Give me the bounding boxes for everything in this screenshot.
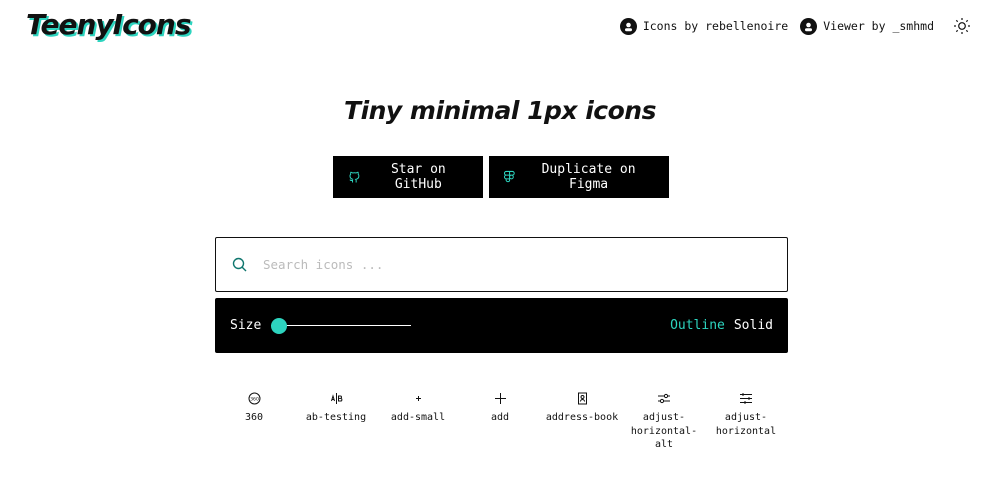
icon-tile-adjust-horizontal-alt[interactable]: adjust-horizontal-alt [623, 390, 705, 452]
icon-tile-adjust-horizontal[interactable]: adjust-horizontal [705, 390, 787, 452]
solid-option[interactable]: Solid [734, 318, 773, 333]
avatar-icon [800, 17, 818, 35]
icon-label: adjust-horizontal-alt [630, 412, 698, 450]
icons-by-label: Icons by rebellenoire [642, 19, 789, 33]
icon-label: adjust-horizontal [715, 412, 777, 437]
duplicate-on-figma-label: Duplicate on Figma [541, 162, 636, 192]
size-label: Size [230, 318, 262, 333]
slider-thumb[interactable] [271, 317, 288, 334]
star-on-github-button[interactable]: Star on GitHub [333, 156, 483, 198]
theme-toggle-button[interactable] [950, 14, 974, 38]
icon-label: ab-testing [305, 412, 367, 423]
address-book-icon [576, 390, 589, 406]
page-title: Tiny minimal 1px icons [344, 96, 656, 125]
style-toggle: Outline Solid [670, 318, 773, 333]
viewer-by-link[interactable]: Viewer by _smhmd [800, 17, 934, 35]
icon-label: add-small [390, 412, 446, 423]
figma-icon [504, 170, 515, 183]
viewer-by-label: Viewer by _smhmd [823, 19, 934, 33]
adjust-horizontal-icon [739, 390, 753, 406]
search-input[interactable] [261, 256, 745, 273]
icon-tile-360[interactable]: 360 360 [213, 390, 295, 452]
icon-label: add [490, 412, 510, 423]
svg-text:360: 360 [250, 396, 259, 402]
outline-option[interactable]: Outline [670, 318, 725, 333]
ab-testing-icon [330, 390, 343, 406]
icon-tile-address-book[interactable]: address-book [541, 390, 623, 452]
size-slider[interactable] [271, 317, 412, 334]
sun-icon [954, 18, 970, 34]
icon-tile-add[interactable]: add [459, 390, 541, 452]
logo[interactable]: TeenyIcons [26, 8, 192, 41]
icon-grid: 360 360 ab-testing add-small add address… [213, 390, 787, 452]
icon-label: address-book [545, 412, 619, 423]
search-icon [232, 257, 247, 272]
header-links: Icons by rebellenoire Viewer by _smhmd [619, 14, 974, 38]
icons-by-link[interactable]: Icons by rebellenoire [619, 17, 789, 35]
action-buttons: Star on GitHub Duplicate on Figma [333, 156, 669, 198]
add-icon [494, 390, 507, 406]
github-icon [349, 171, 360, 183]
icon-tile-ab-testing[interactable]: ab-testing [295, 390, 377, 452]
add-small-icon [412, 390, 425, 406]
duplicate-on-figma-button[interactable]: Duplicate on Figma [489, 156, 669, 198]
star-on-github-label: Star on GitHub [390, 162, 446, 192]
icon-label: 360 [244, 412, 264, 423]
avatar-icon [619, 17, 637, 35]
icon-tile-add-small[interactable]: add-small [377, 390, 459, 452]
adjust-horizontal-alt-icon [657, 390, 671, 406]
search-box [215, 237, 788, 292]
360-icon: 360 [248, 390, 261, 406]
controls-bar: Size Outline Solid [215, 298, 788, 353]
slider-track [271, 324, 412, 326]
